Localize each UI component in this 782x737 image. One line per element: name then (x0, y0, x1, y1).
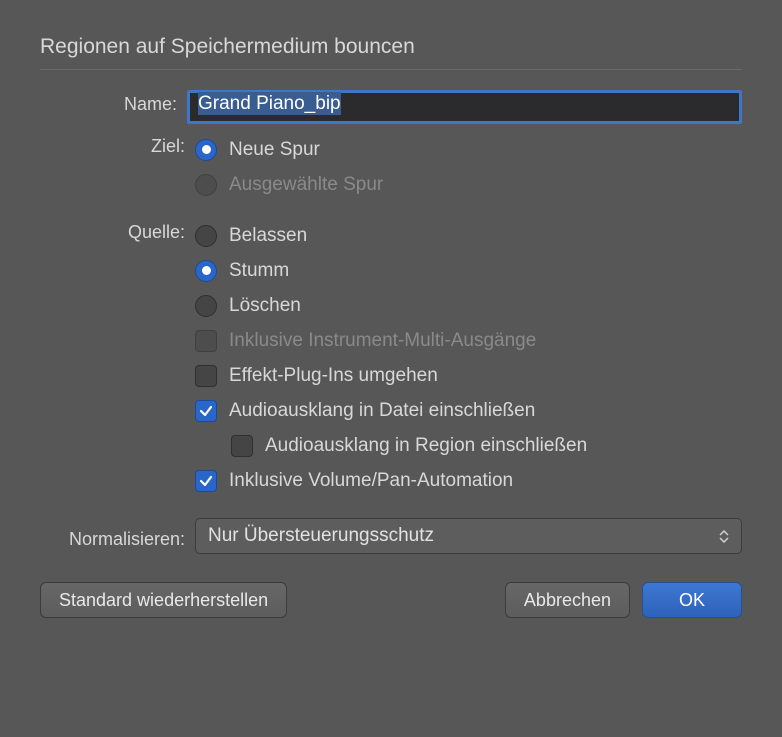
check-audio-region[interactable] (231, 435, 253, 457)
normalisieren-select[interactable]: Nur Übersteuerungsschutz (195, 518, 742, 554)
normalisieren-label: Normalisieren: (40, 523, 195, 550)
name-label: Name: (40, 90, 187, 115)
dialog-title: Regionen auf Speichermedium bouncen (40, 35, 742, 70)
quelle-radio-stumm[interactable] (195, 260, 217, 282)
quelle-radio-loeschen[interactable] (195, 295, 217, 317)
ziel-radio-ausgewaehlte-spur (195, 174, 217, 196)
ziel-label: Ziel: (40, 132, 195, 157)
check-audio-datei-label: Audioausklang in Datei einschließen (229, 400, 535, 422)
chevron-updown-icon (719, 530, 729, 543)
check-audio-region-label: Audioausklang in Region einschließen (265, 435, 587, 457)
quelle-option-stumm: Stumm (229, 260, 289, 282)
check-volume-pan[interactable] (195, 470, 217, 492)
check-multi-ausgaenge (195, 330, 217, 352)
check-multi-ausgaenge-label: Inklusive Instrument-Multi-Ausgänge (229, 330, 536, 352)
ziel-option-ausgewaehlte-spur: Ausgewählte Spur (229, 174, 383, 196)
check-audio-datei[interactable] (195, 400, 217, 422)
quelle-radio-belassen[interactable] (195, 225, 217, 247)
quelle-option-loeschen: Löschen (229, 295, 301, 317)
name-input-value: Grand Piano_bip (198, 92, 341, 115)
restore-defaults-button[interactable]: Standard wiederherstellen (40, 582, 287, 618)
normalisieren-value: Nur Übersteuerungsschutz (208, 525, 434, 547)
ziel-option-neue-spur: Neue Spur (229, 139, 320, 161)
quelle-label: Quelle: (40, 218, 195, 243)
check-plugins-umgehen-label: Effekt-Plug-Ins umgehen (229, 365, 438, 387)
check-plugins-umgehen[interactable] (195, 365, 217, 387)
check-volume-pan-label: Inklusive Volume/Pan-Automation (229, 470, 513, 492)
cancel-button[interactable]: Abbrechen (505, 582, 630, 618)
quelle-option-belassen: Belassen (229, 225, 307, 247)
ok-button[interactable]: OK (642, 582, 742, 618)
ziel-radio-neue-spur[interactable] (195, 139, 217, 161)
name-input[interactable]: Grand Piano_bip (187, 90, 742, 124)
